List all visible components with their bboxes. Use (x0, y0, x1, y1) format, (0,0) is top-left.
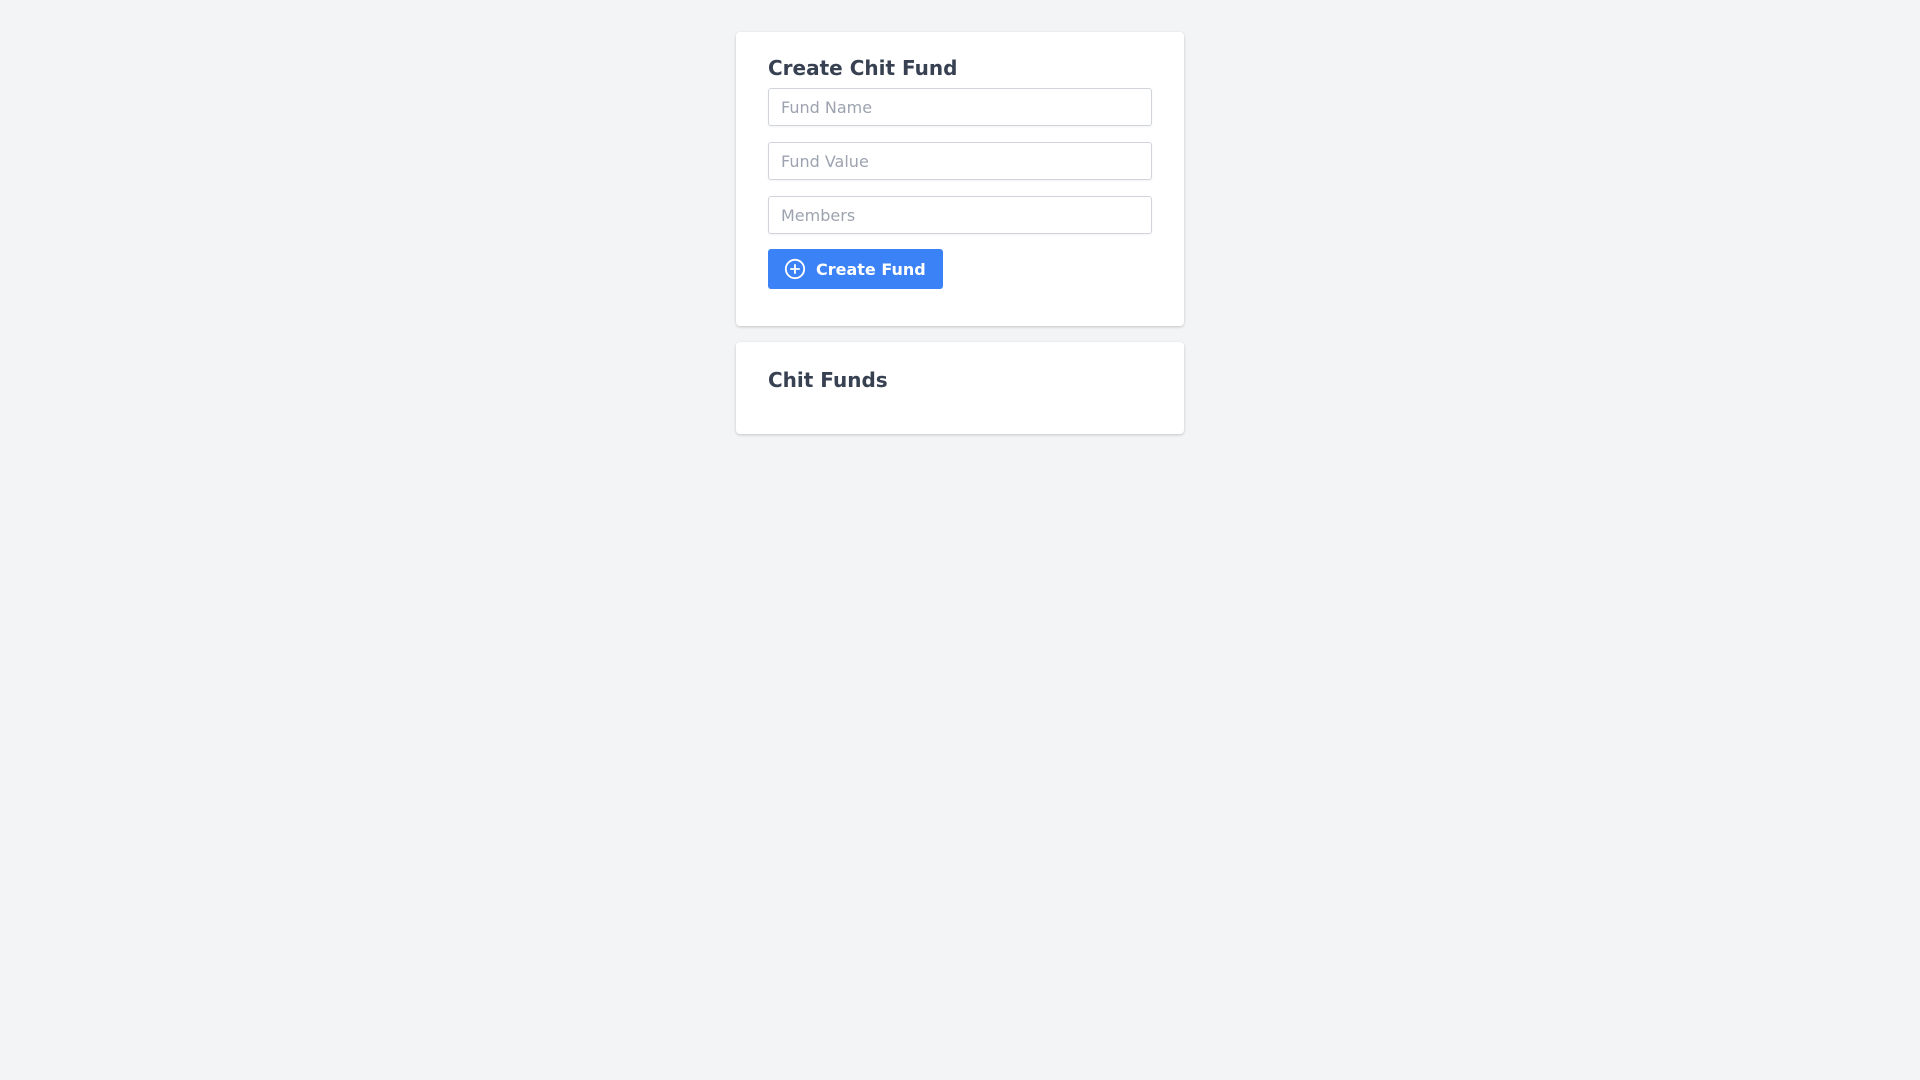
create-fund-card: Create Chit Fund Create Fund (736, 32, 1184, 326)
create-fund-button[interactable]: Create Fund (768, 249, 943, 289)
chit-funds-card: Chit Funds (736, 342, 1184, 434)
chit-funds-title: Chit Funds (768, 368, 888, 392)
create-fund-title: Create Chit Fund (768, 56, 958, 80)
fund-name-input[interactable] (768, 88, 1152, 126)
members-input[interactable] (768, 196, 1152, 234)
plus-circle-icon (784, 258, 806, 280)
fund-value-input[interactable] (768, 142, 1152, 180)
page: Create Chit Fund Create Fund Chit Funds (0, 0, 1920, 1080)
create-fund-button-label: Create Fund (816, 259, 926, 279)
